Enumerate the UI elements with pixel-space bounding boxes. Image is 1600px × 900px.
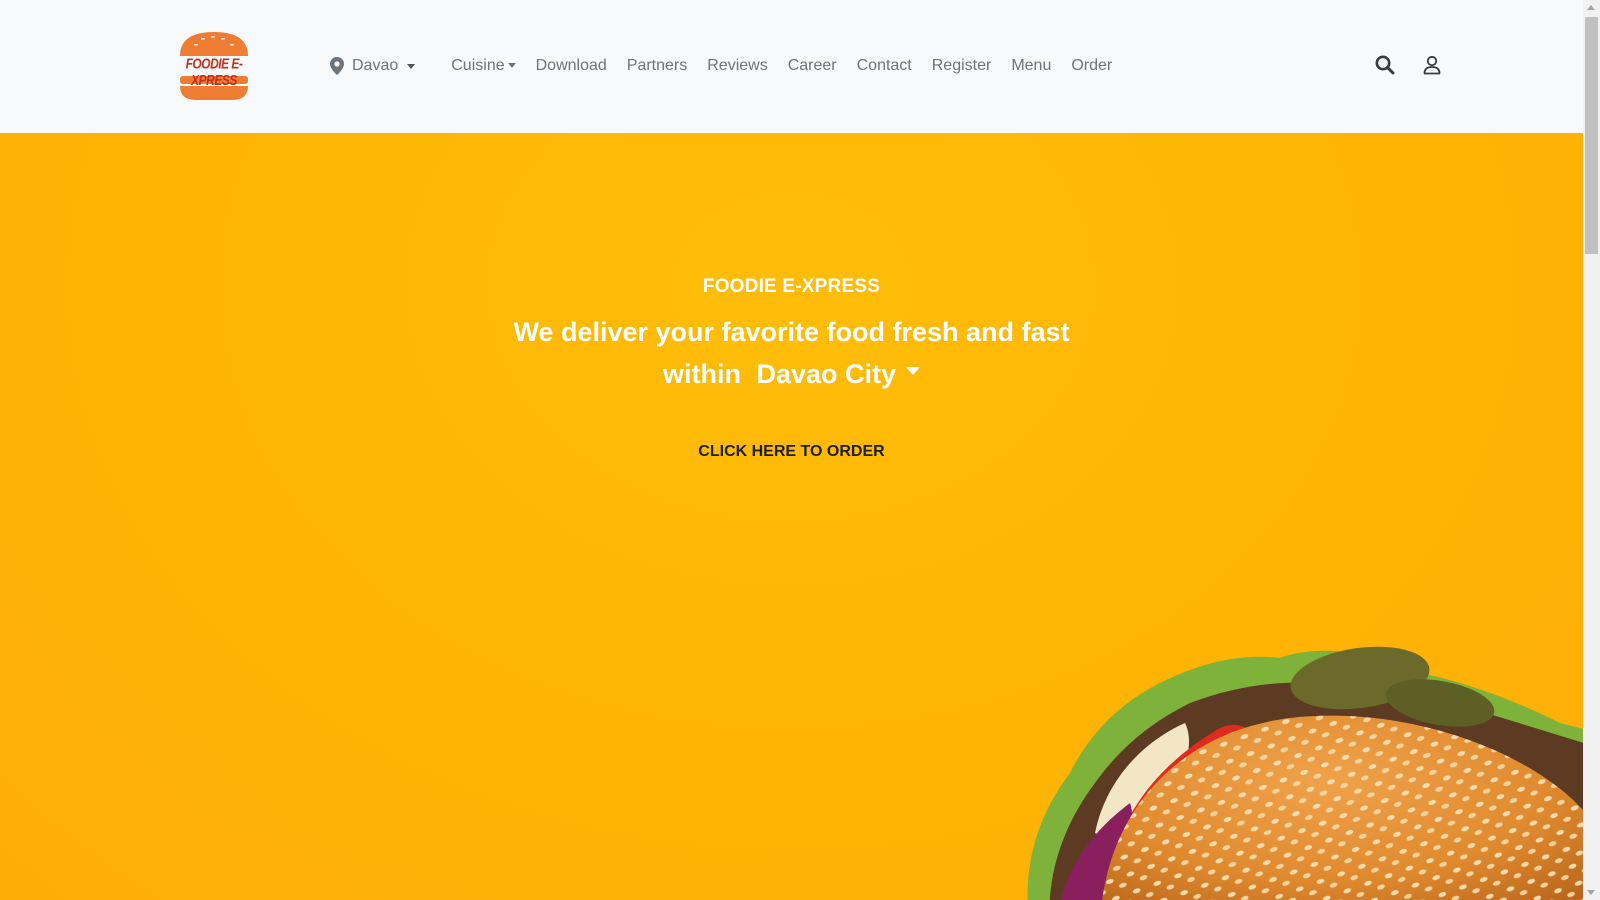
nav-reviews[interactable]: Reviews	[707, 57, 767, 75]
logo-text: FOODIE E-XPRESS	[185, 55, 243, 89]
scroll-down-icon[interactable]	[1587, 890, 1595, 895]
hero-eyebrow: FOODIE E-XPRESS	[702, 276, 881, 297]
location-label: Davao	[352, 57, 399, 74]
order-cta-link[interactable]: CLICK HERE TO ORDER	[698, 443, 884, 460]
user-icon[interactable]	[1421, 54, 1443, 76]
burger-photo	[1027, 646, 1583, 900]
headline-line-2: within Davao City	[0, 353, 1583, 395]
nav-cuisine-label: Cuisine	[451, 57, 505, 74]
hero-headline: We deliver your favorite food fresh and …	[0, 311, 1583, 395]
hero-banner: FOODIE E-XPRESS We deliver your favorite…	[0, 133, 1583, 900]
nav-order[interactable]: Order	[1071, 57, 1112, 75]
nav-partners[interactable]: Partners	[627, 57, 687, 75]
main-nav: Davao Cuisine Download Partners Reviews …	[330, 51, 1132, 81]
cta-wrapper: CLICK HERE TO ORDER	[0, 443, 1583, 461]
scroll-thumb[interactable]	[1585, 17, 1598, 254]
chevron-down-icon	[407, 63, 416, 69]
map-pin-icon	[330, 57, 344, 75]
city-dropdown[interactable]: Davao City	[756, 353, 921, 395]
search-icon[interactable]	[1374, 54, 1396, 76]
chevron-down-icon	[906, 367, 921, 375]
nav-actions	[1374, 54, 1443, 76]
nav-download[interactable]: Download	[536, 57, 607, 75]
nav-menu[interactable]: Menu	[1011, 57, 1051, 75]
nav-career[interactable]: Career	[788, 57, 837, 75]
headline-prefix: within	[662, 359, 741, 389]
nav-cuisine[interactable]: Cuisine	[451, 57, 516, 75]
location-dropdown[interactable]: Davao	[330, 57, 416, 75]
city-label: Davao City	[756, 359, 897, 389]
brand-logo[interactable]: FOODIE E-XPRESS	[170, 32, 258, 100]
nav-contact[interactable]: Contact	[857, 57, 912, 75]
page-scrollbar[interactable]	[1583, 0, 1600, 900]
headline-line-1: We deliver your favorite food fresh and …	[513, 317, 1070, 347]
chevron-down-icon	[507, 63, 516, 69]
top-navbar: FOODIE E-XPRESS Davao Cuisine Download P…	[0, 0, 1583, 133]
nav-register[interactable]: Register	[932, 57, 992, 75]
scroll-up-icon[interactable]	[1587, 5, 1595, 10]
